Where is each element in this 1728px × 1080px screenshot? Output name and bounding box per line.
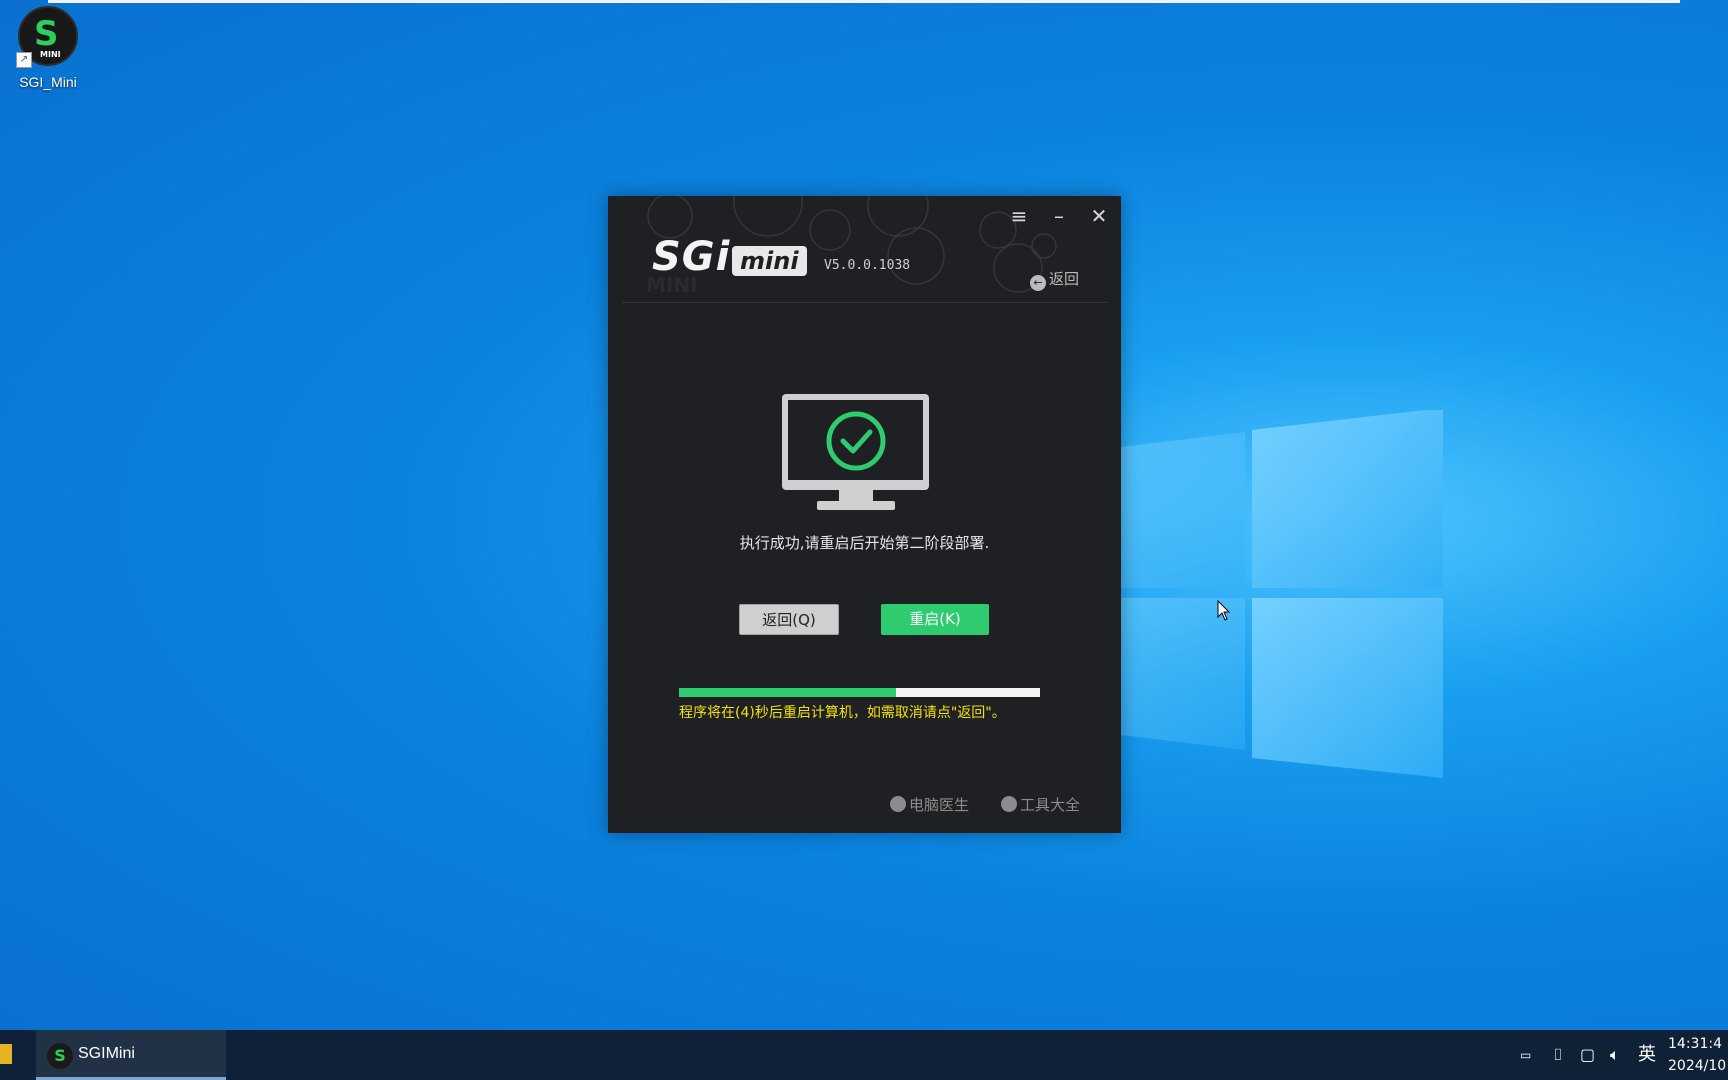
pc-doctor-label: 电脑医生 — [909, 796, 970, 814]
clock-time: 14:31:4 — [1668, 1036, 1722, 1052]
sgi-mini-window: MINI ≡ – ✕ SGi mini V5.0.0.1038 ← 返回 执行成功… — [608, 196, 1121, 833]
usb-tray-icon[interactable]: ⌷ — [1553, 1030, 1563, 1080]
toolbox-label: 工具大全 — [1020, 796, 1081, 814]
menu-button[interactable]: ≡ — [1005, 202, 1033, 230]
taskbar-app-sgimini[interactable]: S SGIMini — [36, 1030, 226, 1080]
doctor-icon — [890, 796, 906, 812]
header-separator — [622, 302, 1107, 303]
countdown-progress-bar — [679, 688, 1040, 697]
back-link[interactable]: ← 返回 — [1030, 268, 1079, 291]
top-strip — [48, 0, 1680, 3]
minimize-button[interactable]: – — [1045, 202, 1073, 230]
clock-date: 2024/10 — [1668, 1058, 1727, 1074]
logo-sgi-text: SGi — [652, 234, 731, 280]
volume-tray-icon[interactable]: 🔈︎ — [1610, 1030, 1620, 1080]
countdown-text: 程序将在(4)秒后重启计算机，如需取消请点"返回"。 — [679, 705, 1006, 721]
progress-fill — [679, 688, 896, 697]
taskbar: S SGIMini ▭ ⌷ ▢ 🔈︎ 英 14:31:4 2024/10 — [0, 1030, 1728, 1080]
sgi-taskbar-icon: S — [46, 1042, 74, 1070]
version-label: V5.0.0.1038 — [824, 258, 911, 273]
status-message: 执行成功,请重启后开始第二阶段部署. — [739, 534, 990, 552]
restart-button[interactable]: 重启(K) — [881, 604, 989, 635]
monitor-success-icon — [782, 394, 929, 510]
back-button[interactable]: 返回(Q) — [739, 604, 839, 635]
toolbox-link[interactable]: 工具大全 — [1001, 794, 1080, 815]
ime-indicator[interactable]: 英 — [1638, 1030, 1656, 1080]
shortcut-arrow-icon: ↗ — [16, 52, 32, 68]
clover-icon — [1001, 796, 1017, 812]
taskbar-app-label: SGIMini — [78, 1045, 135, 1062]
back-link-label: 返回 — [1049, 270, 1080, 288]
pc-doctor-link[interactable]: 电脑医生 — [890, 794, 969, 815]
back-arrow-icon: ← — [1030, 275, 1046, 291]
desktop-icon-sgi-mini[interactable]: S MINI ↗ SGI_Mini — [10, 6, 86, 90]
mouse-cursor-icon — [1217, 600, 1231, 621]
clock[interactable]: 14:31:4 2024/10 — [1668, 1033, 1728, 1077]
desktop-icon-label: SGI_Mini — [19, 74, 77, 90]
windows-logo — [1080, 410, 1443, 778]
close-button[interactable]: ✕ — [1085, 202, 1113, 230]
logo-mini-badge: mini — [732, 246, 807, 276]
network-tray-icon[interactable]: ▢ — [1580, 1030, 1595, 1080]
file-explorer-icon[interactable] — [0, 1044, 12, 1064]
vm-tray-icon[interactable]: ▭ — [1520, 1030, 1531, 1080]
